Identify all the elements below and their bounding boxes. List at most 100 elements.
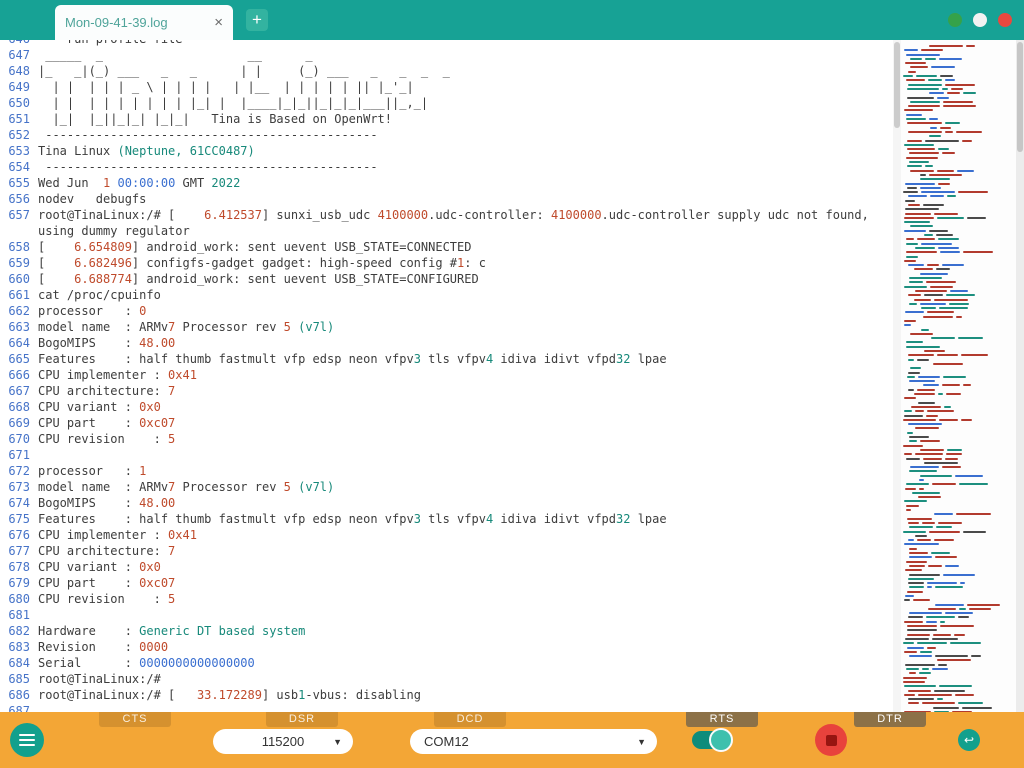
maximize-button[interactable] [973, 13, 987, 27]
baud-select[interactable]: 115200 ▼ [213, 729, 353, 754]
line-number: 654 [4, 159, 30, 175]
line-text: root@TinaLinux:/# [38, 671, 893, 687]
line-number: 652 [4, 127, 30, 143]
line-text: CPU implementer : 0x41 [38, 367, 893, 383]
minimap-scrollbar-thumb[interactable] [1017, 42, 1023, 152]
titlebar: Mon-09-41-39.log × + [0, 0, 1024, 40]
port-value: COM12 [424, 734, 469, 749]
new-tab-button[interactable]: + [246, 9, 268, 31]
line-text: model name : ARMv7 Processor rev 5 (v7l) [38, 479, 893, 495]
line-number: 685 [4, 671, 30, 687]
line-text: Revision : 0000 [38, 639, 893, 655]
quick-action-button[interactable]: ↩ [958, 729, 980, 751]
port-select[interactable]: COM12 ▼ [410, 729, 657, 754]
log-line: 668CPU variant : 0x0 [4, 399, 893, 415]
log-file-tab[interactable]: Mon-09-41-39.log × [55, 5, 233, 40]
log-line: 656nodev debugfs [4, 191, 893, 207]
line-text: CPU revision : 5 [38, 591, 893, 607]
minimap-scrollbar[interactable] [1016, 40, 1024, 712]
log-line: 658[ 6.654809] android_work: sent uevent… [4, 239, 893, 255]
log-line: 669CPU part : 0xc07 [4, 415, 893, 431]
line-number: 677 [4, 543, 30, 559]
log-line: 648|_ _|(_) ___ _ _ | | (_) ___ _ _ _ _ [4, 63, 893, 79]
minimap[interactable] [901, 40, 1016, 712]
log-line: 659 [ 6.682496] configfs-gadget gadget: h… [4, 255, 893, 271]
log-line: 662 processor : 0 [4, 303, 893, 319]
minimize-button[interactable] [948, 13, 962, 27]
line-text: Features : half thumb fastmult vfp edsp … [38, 351, 893, 367]
close-window-button[interactable] [998, 13, 1012, 27]
line-number: 674 [4, 495, 30, 511]
return-arrow-icon: ↩ [964, 733, 974, 747]
log-line: 660[ 6.688774] android_work: sent uevent… [4, 271, 893, 287]
line-text: Hardware : Generic DT based system [38, 623, 893, 639]
line-text: |_| |_||_|_| |_|_| Tina is Based on Open… [38, 111, 893, 127]
line-number: 686 [4, 687, 30, 703]
signal-dtr[interactable]: DTR [854, 712, 926, 727]
log-line: 686 root@TinaLinux:/# [ 33.172289] usb1-v… [4, 687, 893, 703]
line-text: CPU variant : 0x0 [38, 399, 893, 415]
log-line: 647 _____ _ __ _ [4, 47, 893, 63]
line-text: processor : 0 [38, 303, 893, 319]
log-line: 672processor : 1 [4, 463, 893, 479]
line-text: root@TinaLinux:/# [ 33.172289] usb1-vbus… [38, 687, 893, 703]
log-line: 652 ------------------------------------… [4, 127, 893, 143]
line-number: 681 [4, 607, 30, 623]
window-controls [948, 13, 1012, 27]
log-line: 654 ------------------------------------… [4, 159, 893, 175]
log-line: 661cat /proc/cpuinfo [4, 287, 893, 303]
menu-button[interactable] [10, 723, 44, 757]
log-scrollbar-thumb[interactable] [894, 42, 900, 128]
log-line: 651 |_| |_||_|_| |_|_| Tina is Based on … [4, 111, 893, 127]
log-line: 670 CPU revision : 5 [4, 431, 893, 447]
line-number: 666 [4, 367, 30, 383]
line-number: 661 [4, 287, 30, 303]
line-number: 656 [4, 191, 30, 207]
log-line: 677CPU architecture: 7 [4, 543, 893, 559]
line-text [38, 703, 893, 712]
log-line: 667 CPU architecture: 7 [4, 383, 893, 399]
line-text: BogoMIPS : 48.00 [38, 495, 893, 511]
signal-rts[interactable]: RTS [686, 712, 758, 727]
line-text: _____ _ __ _ [38, 47, 893, 63]
log-line: 673model name : ARMv7 Processor rev 5 (v… [4, 479, 893, 495]
close-tab-icon[interactable]: × [206, 15, 223, 30]
log-line: 675Features : half thumb fastmult vfp ed… [4, 511, 893, 527]
line-number: 672 [4, 463, 30, 479]
line-text: [ 6.682496] configfs-gadget gadget: high… [38, 255, 893, 271]
log-line: 663model name : ARMv7 Processor rev 5 (v… [4, 319, 893, 335]
line-number: 648 [4, 63, 30, 79]
connection-toggle[interactable] [692, 731, 730, 749]
log-line: 655Wed Jun 1 00:00:00 GMT 2022 [4, 175, 893, 191]
line-number: 659 [4, 255, 30, 271]
log-line: 657root@TinaLinux:/# [ 6.412537] sunxi_u… [4, 207, 893, 239]
chevron-down-icon: ▼ [333, 737, 342, 747]
line-text: ----------------------------------------… [38, 127, 893, 143]
log-scrollbar[interactable] [893, 40, 901, 712]
line-number: 649 [4, 79, 30, 95]
line-number: 680 [4, 591, 30, 607]
line-number: 662 [4, 303, 30, 319]
line-number: 682 [4, 623, 30, 639]
log-line: 653Tina Linux (Neptune, 61CC0487) [4, 143, 893, 159]
line-number: 667 [4, 383, 30, 399]
line-text [38, 447, 893, 463]
line-text: Features : half thumb fastmult vfp edsp … [38, 511, 893, 527]
line-text: model name : ARMv7 Processor rev 5 (v7l) [38, 319, 893, 335]
line-text: Tina Linux (Neptune, 61CC0487) [38, 143, 893, 159]
line-text: CPU revision : 5 [38, 431, 893, 447]
line-text: CPU variant : 0x0 [38, 559, 893, 575]
serial-terminal-app: Mon-09-41-39.log × + 646 run profile fil… [0, 0, 1024, 768]
signal-dcd: DCD [434, 712, 506, 727]
line-number: 657 [4, 207, 30, 239]
line-text: CPU architecture: 7 [38, 383, 893, 399]
log-line: 650 | | | | | | | | | |_| | |____|_|_||_… [4, 95, 893, 111]
log-line: 646 run profile file [4, 40, 893, 47]
log-line: 687 [4, 703, 893, 712]
line-text: CPU part : 0xc07 [38, 575, 893, 591]
line-number: 646 [4, 40, 30, 47]
line-text: Wed Jun 1 00:00:00 GMT 2022 [38, 175, 893, 191]
line-number: 683 [4, 639, 30, 655]
line-number: 670 [4, 431, 30, 447]
stop-button[interactable] [815, 724, 847, 756]
